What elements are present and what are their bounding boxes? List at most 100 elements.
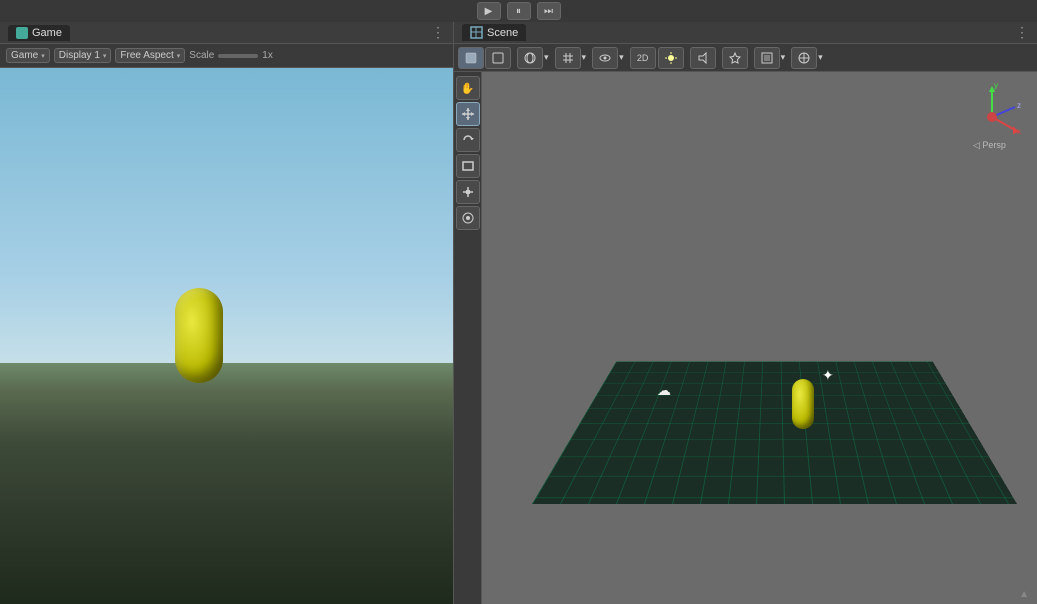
game-chevron-icon: ▾ bbox=[41, 52, 45, 60]
grid-plane bbox=[532, 244, 1017, 504]
scene-view-btn[interactable] bbox=[754, 47, 780, 69]
scale-label: Scale bbox=[189, 50, 214, 61]
shaded-icon bbox=[464, 51, 478, 65]
scene-more-button[interactable]: ⋮ bbox=[1015, 24, 1029, 41]
scene-capsule bbox=[792, 379, 814, 429]
transform-tool-icon bbox=[461, 211, 475, 225]
wireframe-btn[interactable] bbox=[485, 47, 511, 69]
y-axis-label: y bbox=[994, 82, 998, 90]
hand-tool-btn[interactable]: ✋ bbox=[456, 76, 480, 100]
game-tab-label: Game bbox=[32, 27, 62, 39]
vis-btn[interactable] bbox=[592, 47, 618, 69]
transform-group: ▾ bbox=[517, 47, 549, 69]
scene-tab-icon bbox=[470, 26, 483, 39]
audio-icon bbox=[696, 51, 710, 65]
vis-group: ▾ bbox=[592, 47, 624, 69]
aspect-chevron-icon: ▾ bbox=[177, 52, 181, 60]
z-axis-label: z bbox=[1017, 101, 1021, 110]
scene-body: ✋ bbox=[454, 72, 1037, 604]
grid-chevron-icon: ▾ bbox=[582, 52, 587, 63]
scene-tab-label: Scene bbox=[487, 27, 518, 39]
game-toolbar: Game ▾ Display 1 ▾ Free Aspect ▾ Scale 1… bbox=[0, 44, 453, 68]
scene-tab-bar: Scene ⋮ bbox=[454, 22, 1037, 44]
gizmos-btn[interactable] bbox=[791, 47, 817, 69]
scene-view-group: ▾ bbox=[754, 47, 786, 69]
audio-btn[interactable] bbox=[690, 47, 716, 69]
move-tool-icon bbox=[461, 107, 475, 121]
global-icon bbox=[523, 51, 537, 65]
scale-value: 1x bbox=[262, 50, 273, 61]
global-btn[interactable] bbox=[517, 47, 543, 69]
top-playback-bar: ▶ ⏸ ⏭ bbox=[0, 0, 1037, 22]
x-axis-label: x bbox=[1017, 127, 1021, 136]
transform-tool-btn[interactable] bbox=[456, 206, 480, 230]
game-display-select[interactable]: Game ▾ bbox=[6, 48, 50, 63]
gizmos-icon bbox=[797, 51, 811, 65]
scene-background: ✦ ☁ y x bbox=[482, 72, 1037, 604]
scale-tool-btn[interactable] bbox=[456, 180, 480, 204]
light-btn[interactable] bbox=[658, 47, 684, 69]
gizmo-compass: y x z ◁ Persp bbox=[957, 82, 1027, 152]
fx-group bbox=[722, 47, 748, 69]
audio-group bbox=[690, 47, 716, 69]
scene-tools-sidebar: ✋ bbox=[454, 72, 482, 604]
main-layout: Game ⋮ Game ▾ Display 1 ▾ Free Aspect ▾ … bbox=[0, 22, 1037, 604]
scene-tab[interactable]: Scene bbox=[462, 24, 526, 41]
light-group bbox=[658, 47, 684, 69]
game-panel: Game ⋮ Game ▾ Display 1 ▾ Free Aspect ▾ … bbox=[0, 22, 454, 604]
display1-label: Display 1 bbox=[59, 50, 100, 61]
vis-chevron-icon: ▾ bbox=[619, 52, 624, 63]
game-label: Game bbox=[11, 50, 38, 61]
scale-slider[interactable] bbox=[218, 54, 258, 58]
step-button[interactable]: ⏭ bbox=[537, 2, 561, 20]
rect-tool-icon bbox=[461, 159, 475, 173]
game-tab-bar: Game ⋮ bbox=[0, 22, 453, 44]
pause-icon: ⏸ bbox=[516, 6, 521, 17]
aspect-select[interactable]: Free Aspect ▾ bbox=[115, 48, 185, 63]
scene-view-icon bbox=[760, 51, 774, 65]
capsule-mesh bbox=[175, 288, 223, 383]
grid-btn[interactable] bbox=[555, 47, 581, 69]
skybox-icon: ☁ bbox=[657, 382, 671, 399]
shaded-btn[interactable] bbox=[458, 47, 484, 69]
play-icon: ▶ bbox=[485, 6, 493, 17]
display1-select[interactable]: Display 1 ▾ bbox=[54, 48, 112, 63]
move-tool-btn[interactable] bbox=[456, 102, 480, 126]
grid-icon bbox=[561, 51, 575, 65]
fx-btn[interactable] bbox=[722, 47, 748, 69]
game-tab-icon bbox=[16, 27, 28, 39]
pause-button[interactable]: ⏸ bbox=[507, 2, 531, 20]
scene-view-chevron-icon: ▾ bbox=[781, 52, 786, 63]
scene-toolbar: ▾ ▾ ▾ 2D bbox=[454, 44, 1037, 72]
scene-panel: Scene ⋮ ▾ bbox=[454, 22, 1037, 604]
game-tab[interactable]: Game bbox=[8, 25, 70, 41]
grid-group: ▾ bbox=[555, 47, 587, 69]
play-button[interactable]: ▶ bbox=[477, 2, 501, 20]
directional-light-icon: ✦ bbox=[822, 367, 834, 384]
persp-label: ◁ Persp bbox=[973, 140, 1006, 150]
game-background bbox=[0, 68, 453, 604]
scene-gizmo: y x z ◁ Persp bbox=[957, 82, 1027, 152]
2d-btn[interactable]: 2D bbox=[630, 47, 656, 69]
scene-viewport[interactable]: ✦ ☁ y x bbox=[482, 72, 1037, 604]
display1-chevron-icon: ▾ bbox=[103, 52, 107, 60]
2d-label: 2D bbox=[637, 53, 649, 63]
game-viewport bbox=[0, 68, 453, 604]
grid-surface bbox=[532, 362, 1017, 504]
scene-bottom-label: ▲ bbox=[1019, 589, 1029, 600]
step-icon: ⏭ bbox=[544, 6, 553, 17]
gizmos-chevron-icon: ▾ bbox=[818, 52, 823, 63]
wireframe-icon bbox=[491, 51, 505, 65]
hand-tool-icon: ✋ bbox=[461, 82, 475, 95]
fx-icon bbox=[728, 51, 742, 65]
gizmos-group: ▾ bbox=[791, 47, 823, 69]
aspect-label: Free Aspect bbox=[120, 50, 173, 61]
light-icon bbox=[664, 51, 678, 65]
rect-tool-btn[interactable] bbox=[456, 154, 480, 178]
rotate-tool-btn[interactable] bbox=[456, 128, 480, 152]
rotate-tool-icon bbox=[461, 133, 475, 147]
status-icon: ▲ bbox=[1019, 589, 1029, 600]
game-more-button[interactable]: ⋮ bbox=[431, 24, 445, 41]
scene-capsule-mesh bbox=[792, 379, 814, 429]
grid-inner bbox=[532, 362, 1017, 504]
